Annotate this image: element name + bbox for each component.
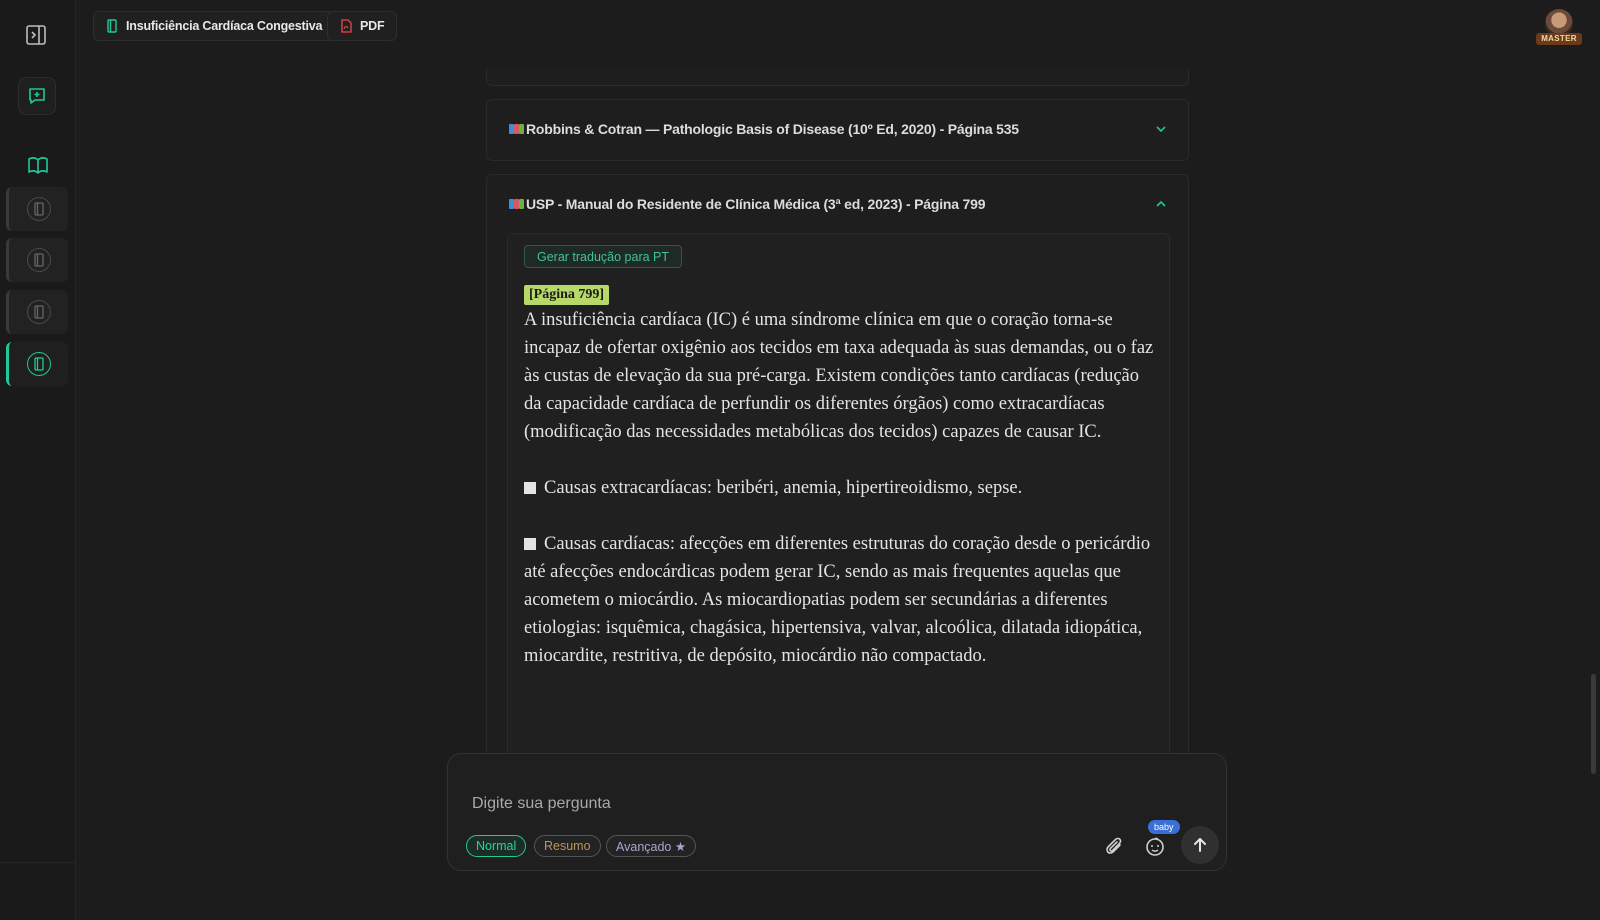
chevron-up-icon[interactable] bbox=[1154, 197, 1168, 211]
sidebar-doc-item[interactable] bbox=[6, 290, 68, 334]
notebook-icon bbox=[33, 305, 44, 319]
tab-pdf-label: PDF bbox=[360, 19, 385, 33]
user-avatar[interactable]: MASTER bbox=[1536, 9, 1582, 45]
notebook-icon bbox=[33, 202, 44, 216]
page-tag: [Página 799] bbox=[524, 285, 610, 305]
tab-topic[interactable]: Insuficiência Cardíaca Congestiva bbox=[93, 11, 336, 41]
reference-card-expanded: USP - Manual do Residente de Clínica Méd… bbox=[486, 174, 1189, 754]
paperclip-icon bbox=[1106, 837, 1122, 854]
arrow-up-icon bbox=[1194, 838, 1206, 852]
baby-mode-button[interactable] bbox=[1142, 833, 1168, 859]
reference-text: A insuficiência cardíaca (IC) é uma sínd… bbox=[524, 306, 1160, 698]
new-chat-button[interactable] bbox=[18, 77, 56, 115]
message-composer: Normal Resumo Avançado ★ baby bbox=[447, 753, 1227, 871]
baby-face-icon bbox=[1146, 837, 1164, 856]
bullet-paragraph: Causas extracardíacas: beribéri, anemia,… bbox=[524, 474, 1160, 502]
tab-pdf[interactable]: PDF bbox=[327, 11, 398, 41]
bullet-text: Causas extracardíacas: beribéri, anemia,… bbox=[544, 478, 1023, 498]
mode-normal-button[interactable]: Normal bbox=[466, 835, 527, 857]
bullet-paragraph: Causas cardíacas: afecções em diferentes… bbox=[524, 530, 1160, 670]
mode-resumo-button[interactable]: Resumo bbox=[534, 835, 601, 857]
sidebar-doc-item[interactable] bbox=[6, 238, 68, 282]
reference-title: Robbins & Cotran — Pathologic Basis of D… bbox=[526, 121, 1019, 137]
square-bullet-icon bbox=[524, 538, 536, 550]
paragraph: A insuficiência cardíaca (IC) é uma sínd… bbox=[524, 310, 1154, 442]
reference-card-collapsed[interactable]: Robbins & Cotran — Pathologic Basis of D… bbox=[486, 99, 1189, 161]
pdf-file-icon bbox=[341, 19, 352, 33]
sidebar-doc-item[interactable] bbox=[6, 187, 68, 231]
square-bullet-icon bbox=[524, 482, 536, 494]
open-book-icon bbox=[28, 157, 48, 174]
reference-content: Gerar tradução para PT [Página 799] A in… bbox=[507, 233, 1170, 754]
chevron-down-icon[interactable] bbox=[1154, 122, 1168, 136]
scrollbar-thumb[interactable] bbox=[1591, 674, 1596, 774]
sidebar-divider bbox=[0, 862, 76, 863]
sidebar-toggle-icon bbox=[26, 25, 46, 45]
mode-avancado-button[interactable]: Avançado ★ bbox=[606, 835, 697, 857]
bullet-text: Causas cardíacas: afecções em diferentes… bbox=[524, 534, 1151, 666]
reference-header[interactable]: Robbins & Cotran — Pathologic Basis of D… bbox=[487, 100, 1188, 158]
translate-button[interactable]: Gerar tradução para PT bbox=[524, 245, 683, 268]
notebook-icon bbox=[107, 19, 117, 33]
sidebar bbox=[0, 0, 76, 920]
attach-button[interactable] bbox=[1102, 833, 1128, 859]
notebook-icon bbox=[33, 253, 44, 267]
library-button[interactable] bbox=[27, 154, 49, 176]
tab-topic-label: Insuficiência Cardíaca Congestiva bbox=[126, 19, 323, 33]
sidebar-toggle-button[interactable] bbox=[24, 24, 50, 46]
books-icon bbox=[509, 198, 524, 210]
sidebar-doc-item-active[interactable] bbox=[6, 342, 68, 386]
baby-badge: baby bbox=[1148, 820, 1180, 834]
notebook-icon bbox=[33, 357, 44, 371]
send-button[interactable] bbox=[1181, 826, 1219, 864]
question-input[interactable] bbox=[472, 792, 1032, 816]
reference-title: USP - Manual do Residente de Clínica Méd… bbox=[526, 196, 986, 212]
reference-header[interactable]: USP - Manual do Residente de Clínica Méd… bbox=[487, 175, 1188, 233]
books-icon bbox=[509, 123, 524, 135]
chat-plus-icon bbox=[29, 88, 45, 104]
previous-reference-card bbox=[486, 68, 1189, 86]
avatar-badge: MASTER bbox=[1536, 33, 1582, 45]
